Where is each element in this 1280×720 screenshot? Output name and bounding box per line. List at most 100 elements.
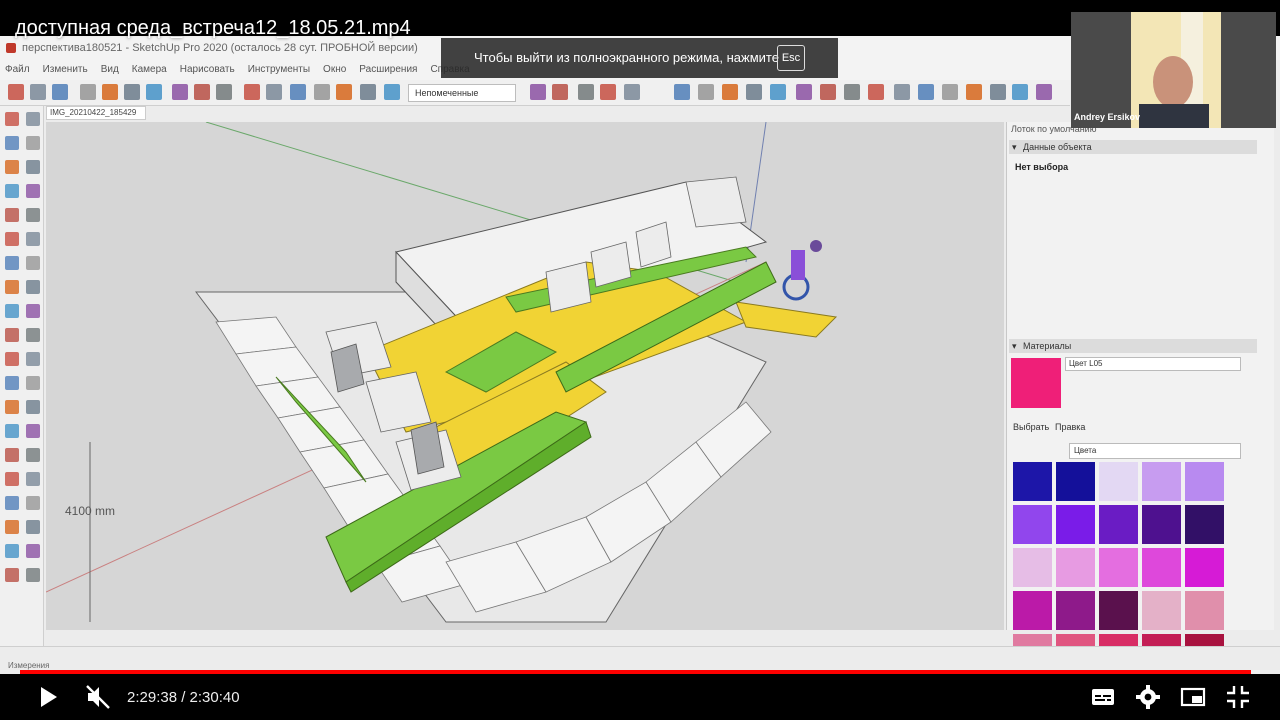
material-swatch[interactable] <box>1013 591 1052 630</box>
tool-palette-icon[interactable] <box>5 520 19 534</box>
tool-palette-icon[interactable] <box>5 280 19 294</box>
toolbar-tool-icon[interactable] <box>966 84 982 100</box>
toolbar-tool-icon[interactable] <box>314 84 330 100</box>
tool-palette-icon[interactable] <box>5 568 19 582</box>
tool-palette-icon[interactable] <box>5 424 19 438</box>
tool-palette-icon[interactable] <box>26 544 40 558</box>
toolbar-tool-icon[interactable] <box>52 84 68 100</box>
material-swatch[interactable] <box>1099 591 1138 630</box>
subtitles-icon[interactable] <box>1089 683 1117 711</box>
tab-edit[interactable]: Правка <box>1055 422 1085 432</box>
toolbar-tool-icon[interactable] <box>336 84 352 100</box>
tool-palette-icon[interactable] <box>26 448 40 462</box>
exit-fullscreen-icon[interactable] <box>1224 683 1252 711</box>
toolbar-tool-icon[interactable] <box>796 84 812 100</box>
toolbar-tool-icon[interactable] <box>30 84 46 100</box>
toolbar-tool-icon[interactable] <box>172 84 188 100</box>
toolbar-tool-icon[interactable] <box>918 84 934 100</box>
toolbar-tool-icon[interactable] <box>894 84 910 100</box>
model-viewport[interactable]: 4100 mm <box>46 122 1004 630</box>
material-name-field[interactable]: Цвет L05 <box>1065 357 1241 371</box>
tool-palette-icon[interactable] <box>26 496 40 510</box>
material-swatch[interactable] <box>1013 462 1052 501</box>
material-swatch[interactable] <box>1185 462 1224 501</box>
toolbar-tool-icon[interactable] <box>216 84 232 100</box>
menu-item[interactable]: Нарисовать <box>180 60 235 80</box>
tool-palette-icon[interactable] <box>5 472 19 486</box>
menu-item[interactable]: Изменить <box>43 60 88 80</box>
menu-item[interactable]: Камера <box>132 60 167 80</box>
material-swatch[interactable] <box>1185 591 1224 630</box>
toolbar-tool-icon[interactable] <box>530 84 546 100</box>
tool-palette-icon[interactable] <box>5 112 19 126</box>
tool-palette-icon[interactable] <box>5 352 19 366</box>
tool-palette-icon[interactable] <box>5 376 19 390</box>
tool-palette-icon[interactable] <box>5 160 19 174</box>
toolbar-tool-icon[interactable] <box>80 84 96 100</box>
tool-palette-icon[interactable] <box>26 208 40 222</box>
miniplayer-icon[interactable] <box>1179 683 1207 711</box>
mute-icon[interactable] <box>84 683 112 711</box>
material-swatch[interactable] <box>1099 548 1138 587</box>
tool-palette-icon[interactable] <box>26 400 40 414</box>
material-swatch[interactable] <box>1099 505 1138 544</box>
video-player[interactable]: перспектива180521 - SketchUp Pro 2020 (о… <box>0 0 1280 720</box>
tab-select[interactable]: Выбрать <box>1013 422 1049 432</box>
tag-select[interactable]: Непомеченные <box>408 84 516 102</box>
tool-palette-icon[interactable] <box>5 304 19 318</box>
material-swatch[interactable] <box>1056 548 1095 587</box>
toolbar-tool-icon[interactable] <box>124 84 140 100</box>
toolbar-tool-icon[interactable] <box>698 84 714 100</box>
tool-palette-icon[interactable] <box>26 160 40 174</box>
tool-palette-icon[interactable] <box>26 136 40 150</box>
toolbar-tool-icon[interactable] <box>722 84 738 100</box>
tool-palette-icon[interactable] <box>5 400 19 414</box>
entity-info-header[interactable]: Данные объекта <box>1009 140 1257 154</box>
tool-palette-icon[interactable] <box>26 472 40 486</box>
toolbar-tool-icon[interactable] <box>552 84 568 100</box>
material-swatch[interactable] <box>1142 548 1181 587</box>
toolbar-tool-icon[interactable] <box>990 84 1006 100</box>
materials-header[interactable]: Материалы <box>1009 339 1257 353</box>
material-swatch[interactable] <box>1056 505 1095 544</box>
tool-palette-icon[interactable] <box>26 112 40 126</box>
menu-item[interactable]: Расширения <box>359 60 417 80</box>
tool-palette-icon[interactable] <box>26 352 40 366</box>
tool-palette-icon[interactable] <box>5 544 19 558</box>
material-swatch[interactable] <box>1142 505 1181 544</box>
tool-palette-icon[interactable] <box>26 568 40 582</box>
toolbar-tool-icon[interactable] <box>266 84 282 100</box>
toolbar-tool-icon[interactable] <box>674 84 690 100</box>
tool-palette-icon[interactable] <box>26 424 40 438</box>
toolbar-tool-icon[interactable] <box>820 84 836 100</box>
tool-palette-icon[interactable] <box>26 376 40 390</box>
toolbar-tool-icon[interactable] <box>770 84 786 100</box>
tool-palette-icon[interactable] <box>26 280 40 294</box>
tool-palette-icon[interactable] <box>5 232 19 246</box>
toolbar-tool-icon[interactable] <box>600 84 616 100</box>
toolbar-tool-icon[interactable] <box>746 84 762 100</box>
settings-gear-icon[interactable] <box>1134 683 1162 711</box>
tool-palette-icon[interactable] <box>26 184 40 198</box>
tool-palette-icon[interactable] <box>5 328 19 342</box>
play-icon[interactable] <box>34 683 62 711</box>
toolbar-tool-icon[interactable] <box>290 84 306 100</box>
material-category-select[interactable]: Цвета <box>1069 443 1241 459</box>
toolbar-tool-icon[interactable] <box>146 84 162 100</box>
tool-palette-icon[interactable] <box>26 304 40 318</box>
toolbar-tool-icon[interactable] <box>942 84 958 100</box>
toolbar-tool-icon[interactable] <box>624 84 640 100</box>
menu-item[interactable]: Вид <box>101 60 119 80</box>
toolbar-tool-icon[interactable] <box>844 84 860 100</box>
menu-item[interactable]: Инструменты <box>248 60 310 80</box>
tool-palette-icon[interactable] <box>5 184 19 198</box>
toolbar-tool-icon[interactable] <box>8 84 24 100</box>
material-swatch[interactable] <box>1013 548 1052 587</box>
tool-palette-icon[interactable] <box>26 520 40 534</box>
material-swatch[interactable] <box>1056 591 1095 630</box>
toolbar-tool-icon[interactable] <box>578 84 594 100</box>
toolbar-tool-icon[interactable] <box>194 84 210 100</box>
tool-palette-icon[interactable] <box>5 448 19 462</box>
menu-item[interactable]: Файл <box>5 60 30 80</box>
tool-palette-icon[interactable] <box>26 256 40 270</box>
